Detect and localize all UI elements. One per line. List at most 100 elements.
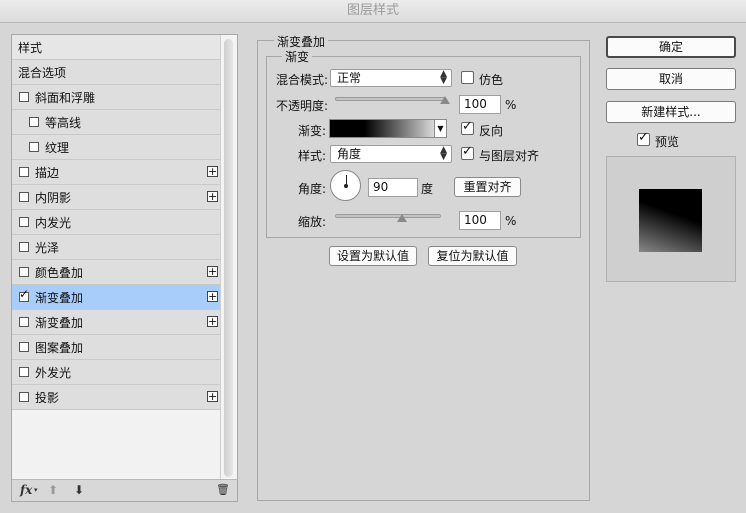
style-item-checkbox[interactable] [29, 142, 39, 152]
fx-icon[interactable]: fx [20, 483, 32, 497]
style-item-label: 渐变叠加 [35, 290, 84, 305]
blend-options-item[interactable]: 混合选项 [12, 60, 222, 85]
align-with-layer-checkbox[interactable] [461, 144, 474, 160]
style-item[interactable]: 渐变叠加 + [12, 285, 222, 310]
add-effect-icon[interactable]: + [207, 266, 218, 277]
reverse-label: 反向 [479, 124, 504, 138]
window-title: 图层样式 [0, 0, 746, 23]
move-down-icon[interactable]: ⬇ [74, 483, 84, 497]
blend-mode-label: 混合模式: [276, 73, 329, 87]
add-effect-icon[interactable]: + [207, 166, 218, 177]
angle-unit: 度 [421, 182, 434, 196]
reverse-checkbox[interactable] [461, 119, 474, 135]
select-arrows-icon: ▲ ▼ [440, 145, 447, 162]
style-item-checkbox[interactable] [29, 117, 39, 127]
style-item-label: 斜面和浮雕 [35, 90, 96, 105]
opacity-slider-thumb[interactable] [440, 96, 450, 104]
style-item[interactable]: 内阴影 + [12, 185, 222, 210]
style-item-checkbox[interactable] [19, 392, 29, 402]
style-list-header-label: 样式 [18, 40, 43, 55]
scrollbar-thumb[interactable] [224, 39, 233, 477]
style-list: 样式 混合选项 斜面和浮雕等高线纹理描边 + 内阴影 + 内发光光泽颜色叠加 + 渐变叠加 +… [12, 35, 222, 410]
opacity-input[interactable]: 100 [459, 95, 501, 114]
preview-label: 预览 [655, 135, 680, 149]
scale-percent: % [505, 214, 517, 228]
cancel-button[interactable]: 取消 [606, 68, 736, 90]
angle-dial-center [344, 184, 348, 188]
style-item-checkbox[interactable] [19, 242, 29, 252]
style-item[interactable]: 投影 + [12, 385, 222, 410]
style-select[interactable]: 角度 ▲ ▼ [330, 145, 452, 163]
style-item-label: 投影 [35, 390, 60, 405]
style-item[interactable]: 图案叠加 [12, 335, 222, 360]
style-item-checkbox[interactable] [19, 367, 29, 377]
angle-label: 角度: [298, 182, 327, 196]
blend-mode-select[interactable]: 正常 ▲ ▼ [330, 69, 452, 87]
style-list-panel: 样式 混合选项 斜面和浮雕等高线纹理描边 + 内阴影 + 内发光光泽颜色叠加 + 渐变叠加 +… [11, 34, 238, 502]
style-item-checkbox[interactable] [19, 217, 29, 227]
style-item-label: 渐变叠加 [35, 315, 84, 330]
group-title: 渐变 [282, 48, 313, 65]
trash-icon[interactable]: 🗑 [216, 483, 230, 496]
move-up-icon[interactable]: ⬆ [48, 483, 58, 497]
style-item-label: 颜色叠加 [35, 265, 84, 280]
set-as-default-button[interactable]: 设置为默认值 [329, 246, 417, 266]
preview-box [606, 156, 736, 282]
angle-dial[interactable] [330, 170, 361, 201]
style-item-checkbox[interactable] [19, 92, 29, 102]
style-item-label: 内阴影 [35, 190, 72, 205]
angle-input[interactable]: 90 [368, 178, 418, 197]
style-item[interactable]: 外发光 [12, 360, 222, 385]
dither-label: 仿色 [479, 73, 504, 87]
scale-input[interactable]: 100 [459, 211, 501, 230]
style-item-checkbox[interactable] [19, 287, 29, 302]
style-item[interactable]: 内发光 [12, 210, 222, 235]
align-with-layer-label: 与图层对齐 [479, 149, 540, 163]
style-list-header[interactable]: 样式 [12, 35, 222, 60]
preview-swatch [639, 189, 702, 252]
new-style-button[interactable]: 新建样式... [606, 101, 736, 123]
style-item-checkbox[interactable] [19, 267, 29, 277]
blend-mode-value: 正常 [337, 71, 362, 85]
add-effect-icon[interactable]: + [207, 391, 218, 402]
gradient-label: 渐变: [298, 124, 327, 138]
style-item[interactable]: 颜色叠加 + [12, 260, 222, 285]
style-item-label: 光泽 [35, 240, 60, 255]
dither-checkbox[interactable] [461, 71, 474, 84]
style-item[interactable]: 光泽 [12, 235, 222, 260]
reset-align-button[interactable]: 重置对齐 [454, 177, 521, 197]
preview-checkbox[interactable] [637, 130, 650, 146]
style-item-label: 外发光 [35, 365, 72, 380]
ok-button[interactable]: 确定 [606, 36, 736, 58]
style-list-scrollbar[interactable] [220, 35, 237, 481]
add-effect-icon[interactable]: + [207, 316, 218, 327]
style-list-toolbar: fx ▾ ⬆ ⬇ 🗑 [12, 479, 237, 501]
gradient-dropdown-icon[interactable]: ▼ [434, 119, 447, 138]
style-item-label: 图案叠加 [35, 340, 84, 355]
select-arrows-icon: ▲ ▼ [440, 69, 447, 86]
scale-slider[interactable] [335, 214, 441, 218]
scale-slider-thumb[interactable] [397, 214, 407, 222]
style-item-checkbox[interactable] [19, 192, 29, 202]
add-effect-icon[interactable]: + [207, 191, 218, 202]
style-item[interactable]: 等高线 [12, 110, 222, 135]
style-item-label: 内发光 [35, 215, 72, 230]
add-effect-icon[interactable]: + [207, 291, 218, 302]
style-item[interactable]: 渐变叠加 + [12, 310, 222, 335]
opacity-label: 不透明度: [276, 99, 329, 113]
style-value: 角度 [337, 147, 362, 161]
style-item-checkbox[interactable] [19, 342, 29, 352]
style-item-checkbox[interactable] [19, 317, 29, 327]
opacity-percent: % [505, 98, 517, 112]
opacity-slider[interactable] [335, 97, 445, 101]
gradient-swatch[interactable] [329, 119, 447, 138]
style-item-label: 描边 [35, 165, 60, 180]
style-label: 样式: [298, 149, 327, 163]
reset-to-default-button[interactable]: 复位为默认值 [428, 246, 517, 266]
fx-dropdown-icon[interactable]: ▾ [34, 486, 38, 494]
style-item[interactable]: 纹理 [12, 135, 222, 160]
style-item-label: 纹理 [45, 140, 70, 155]
style-item-checkbox[interactable] [19, 167, 29, 177]
style-item[interactable]: 描边 + [12, 160, 222, 185]
style-item[interactable]: 斜面和浮雕 [12, 85, 222, 110]
